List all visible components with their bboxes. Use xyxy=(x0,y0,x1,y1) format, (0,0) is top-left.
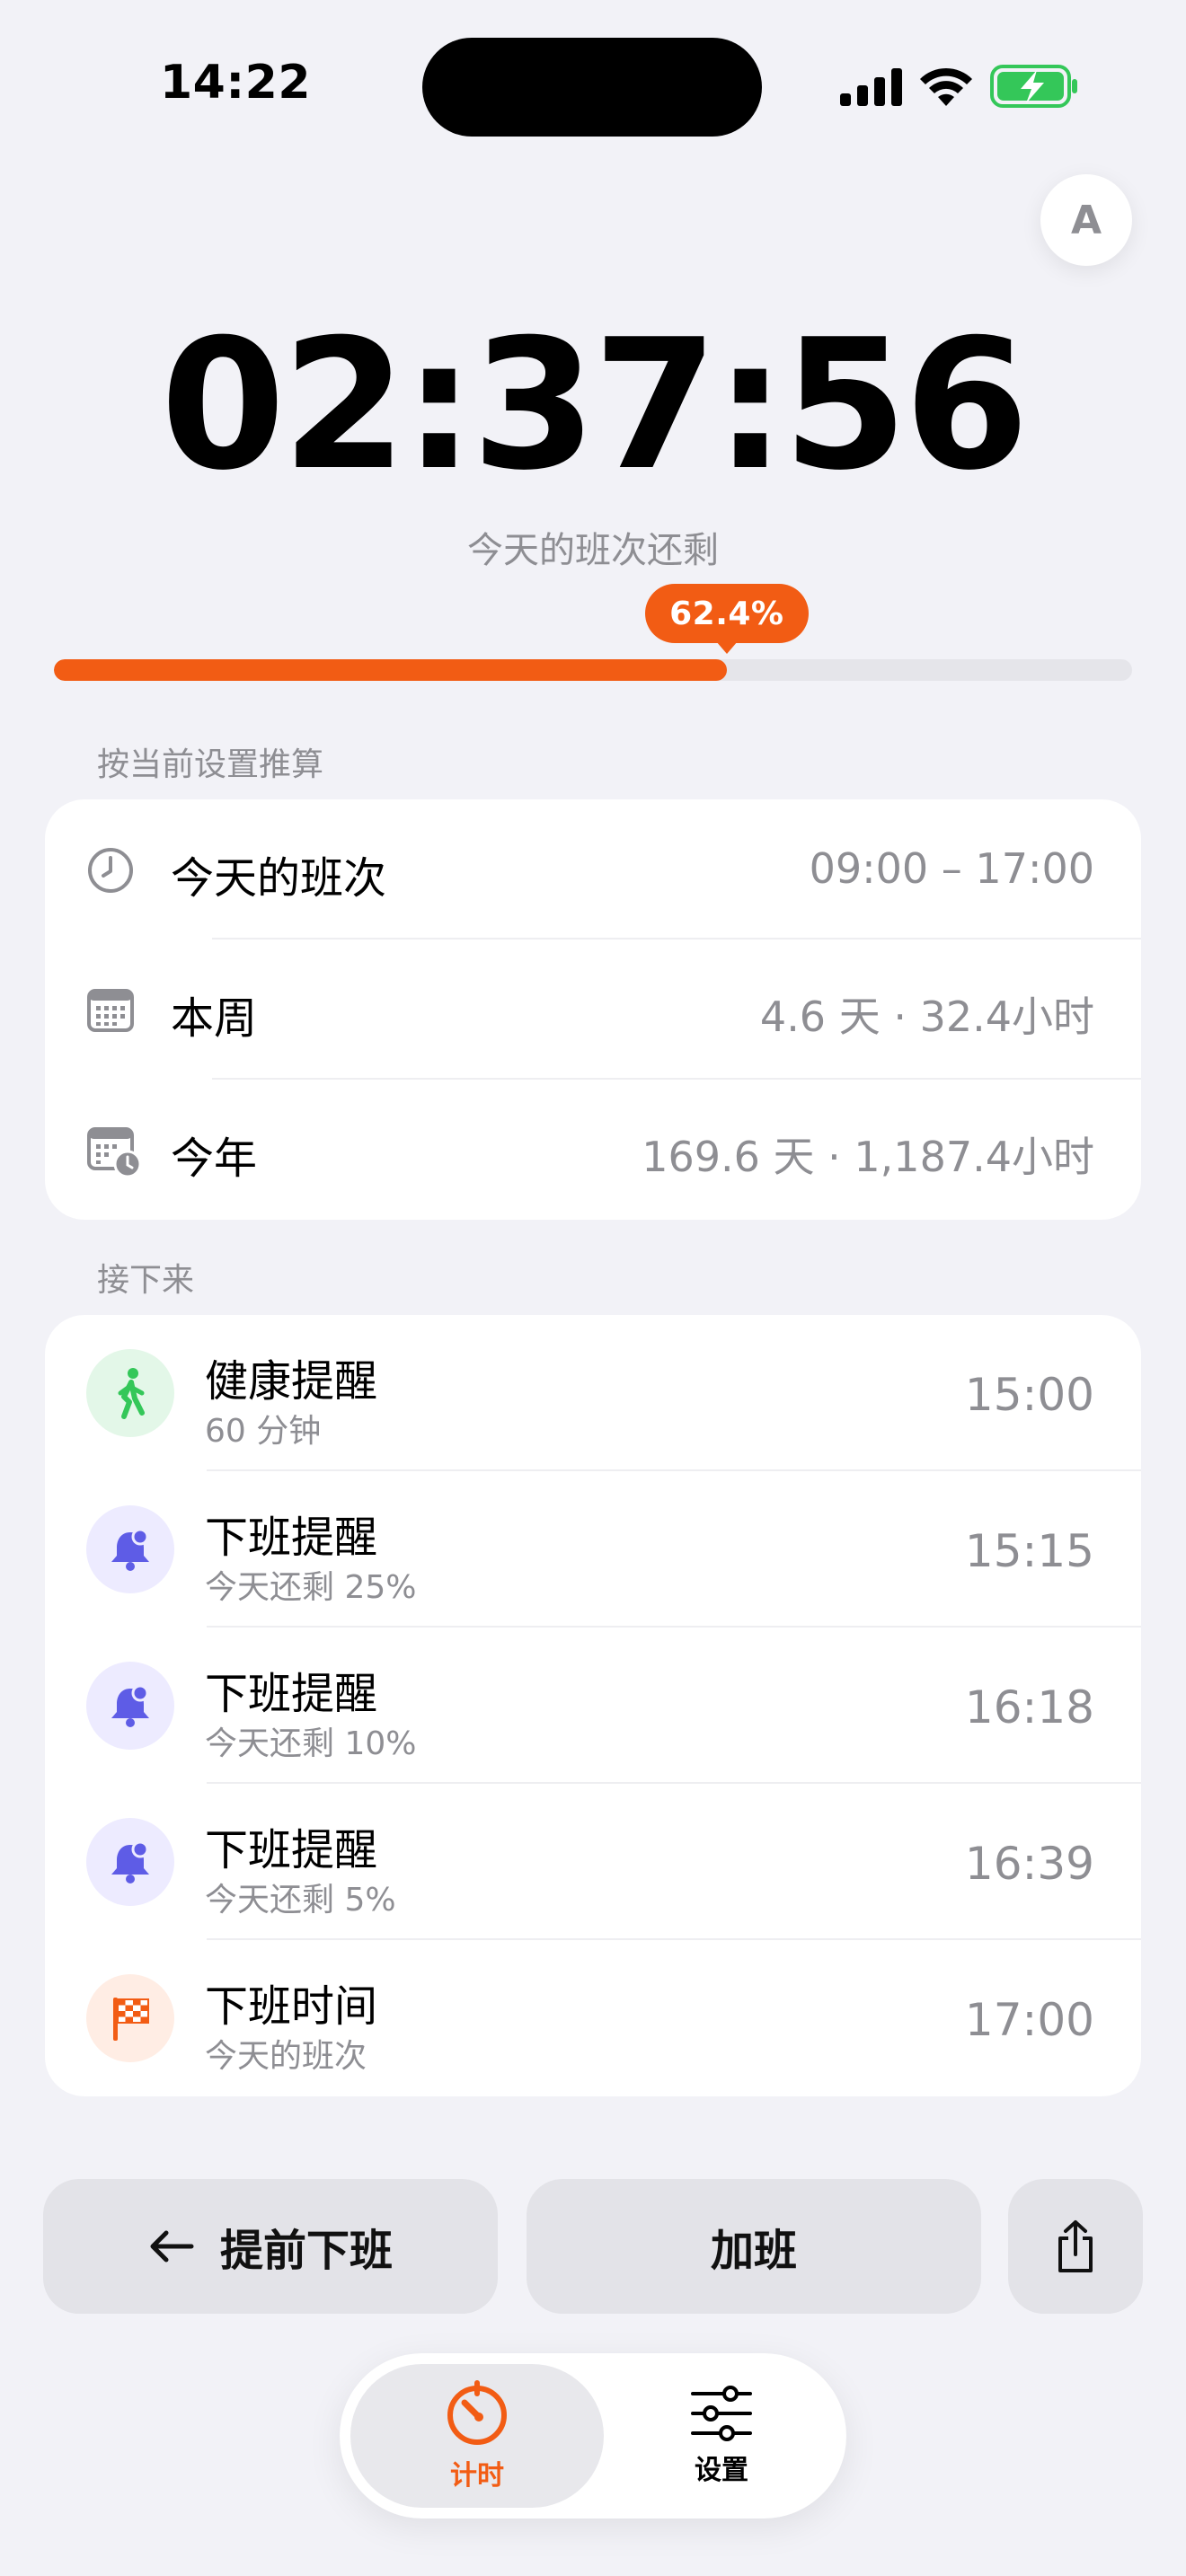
estimate-row-this-week[interactable]: 本周 4.6 天 · 32.4小时 xyxy=(45,940,1141,1080)
upcoming-item-subtitle: 今天还剩 10% xyxy=(205,1725,417,1762)
calendar-clock-icon xyxy=(87,1127,142,1178)
estimate-row-title: 今天的班次 xyxy=(171,853,387,904)
checkered-flag-icon xyxy=(113,1998,149,2041)
upcoming-item-time: 15:15 xyxy=(964,1525,1094,1577)
share-icon xyxy=(1058,2220,1093,2272)
estimate-card: 今天的班次 09:00 – 17:00 本周 4.6 天 · 32.4小时 今年… xyxy=(45,799,1141,1220)
calendar-icon xyxy=(87,989,134,1032)
shift-progress-fill xyxy=(54,659,727,681)
progress-percent-badge: 62.4% xyxy=(644,584,809,654)
tab-settings[interactable]: 设置 xyxy=(609,2364,834,2508)
upcoming-item-title: 下班提醒 xyxy=(205,1513,378,1563)
upcoming-item[interactable]: 健康提醒 60 分钟 15:00 xyxy=(45,1315,1141,1471)
estimate-row-today-shift[interactable]: 今天的班次 09:00 – 17:00 xyxy=(45,799,1141,940)
bell-badge-icon xyxy=(111,1684,149,1727)
upcoming-item-time: 17:00 xyxy=(964,1994,1094,2046)
upcoming-item-title: 下班时间 xyxy=(205,1981,378,2032)
dynamic-island xyxy=(422,38,762,137)
health-reminder-icon-badge xyxy=(86,1349,174,1437)
tab-timer[interactable]: 计时 xyxy=(350,2364,604,2508)
bell-badge-icon xyxy=(111,1840,149,1883)
tab-timer-label: 计时 xyxy=(450,2460,504,2492)
upcoming-item-time: 16:39 xyxy=(964,1838,1094,1890)
upcoming-item-title: 下班提醒 xyxy=(205,1825,378,1875)
upcoming-section-label: 接下来 xyxy=(97,1262,195,1299)
reminder-icon-badge xyxy=(86,1505,174,1593)
upcoming-item[interactable]: 下班提醒 今天还剩 10% 16:18 xyxy=(45,1628,1141,1784)
tab-bar: 计时 设置 xyxy=(340,2353,846,2519)
clock-icon xyxy=(88,848,133,893)
early-leave-button[interactable]: 提前下班 xyxy=(43,2179,498,2314)
estimate-row-value: 169.6 天 · 1,187.4小时 xyxy=(642,1133,1094,1181)
tab-settings-label: 设置 xyxy=(695,2455,748,2486)
battery-charging-icon xyxy=(990,65,1077,108)
cellular-signal-icon xyxy=(840,68,902,106)
upcoming-item-title: 下班提醒 xyxy=(205,1669,378,1719)
upcoming-item-time: 15:00 xyxy=(964,1369,1094,1421)
share-button[interactable] xyxy=(1008,2179,1143,2314)
estimate-row-this-year[interactable]: 今年 169.6 天 · 1,187.4小时 xyxy=(45,1080,1141,1220)
status-time: 14:22 xyxy=(160,56,312,110)
estimate-row-value: 4.6 天 · 32.4小时 xyxy=(759,992,1094,1041)
shift-progress-bar xyxy=(54,659,1132,681)
upcoming-item-subtitle: 今天的班次 xyxy=(205,2038,367,2075)
upcoming-item[interactable]: 下班提醒 今天还剩 25% 15:15 xyxy=(45,1471,1141,1628)
upcoming-item-subtitle: 今天还剩 5% xyxy=(205,1882,396,1919)
walking-icon xyxy=(118,1368,145,1419)
estimate-section-label: 按当前设置推算 xyxy=(97,746,324,783)
upcoming-item[interactable]: 下班时间 今天的班次 17:00 xyxy=(45,1940,1141,2096)
finish-icon-badge xyxy=(86,1974,174,2062)
overtime-label: 加班 xyxy=(710,2226,797,2276)
reminder-icon-badge xyxy=(86,1662,174,1750)
estimate-row-title: 本周 xyxy=(171,993,258,1044)
upcoming-item[interactable]: 下班提醒 今天还剩 5% 16:39 xyxy=(45,1784,1141,1940)
estimate-row-title: 今年 xyxy=(171,1134,258,1184)
reminder-icon-badge xyxy=(86,1818,174,1906)
upcoming-card: 健康提醒 60 分钟 15:00 下班提醒 今天还剩 25% 15:15 下班提… xyxy=(45,1315,1141,2096)
upcoming-item-subtitle: 今天还剩 25% xyxy=(205,1569,417,1606)
upcoming-item-title: 健康提醒 xyxy=(205,1356,378,1407)
estimate-row-value: 09:00 – 17:00 xyxy=(809,844,1094,893)
countdown-timer: 02:37:56 xyxy=(160,301,1030,510)
arrow-left-icon xyxy=(150,2230,194,2263)
overtime-button[interactable]: 加班 xyxy=(527,2179,981,2314)
profile-avatar[interactable]: A xyxy=(1040,174,1132,266)
wifi-icon xyxy=(920,67,972,106)
sliders-icon xyxy=(691,2386,752,2441)
bell-badge-icon xyxy=(111,1528,149,1571)
upcoming-item-subtitle: 60 分钟 xyxy=(205,1413,322,1450)
countdown-subtitle: 今天的班次还剩 xyxy=(467,530,719,571)
upcoming-item-time: 16:18 xyxy=(964,1681,1094,1734)
early-leave-label: 提前下班 xyxy=(219,2226,393,2276)
timer-icon xyxy=(447,2380,507,2445)
